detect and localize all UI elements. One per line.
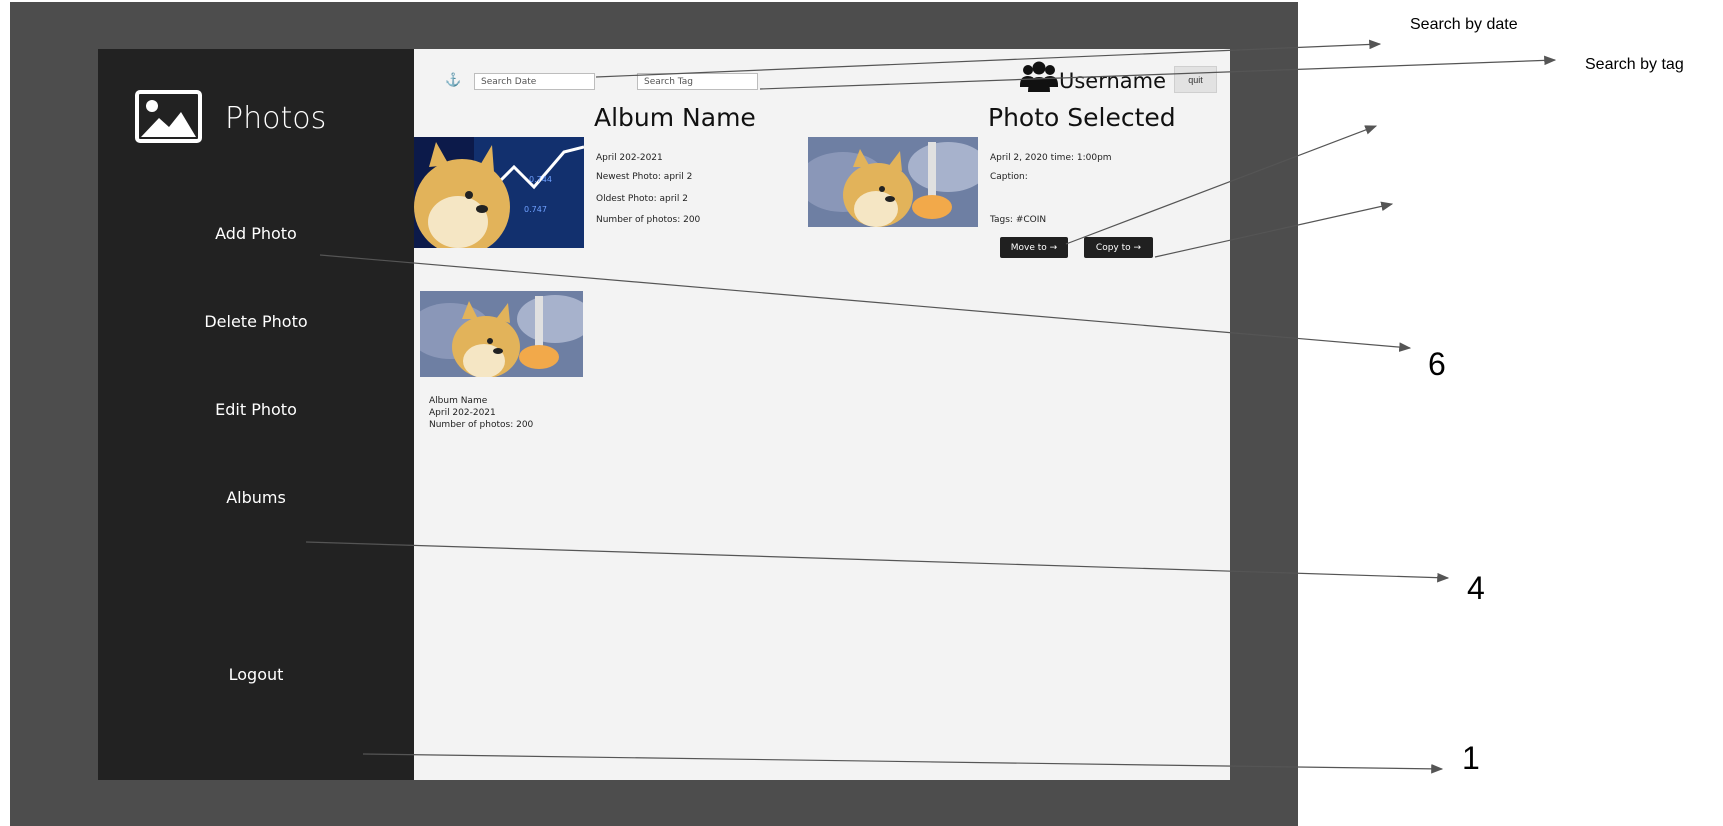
delete-photo-button[interactable]: Delete Photo [98, 312, 414, 331]
quit-button[interactable]: quit [1174, 66, 1217, 93]
album-card-name: Album Name [429, 396, 488, 406]
svg-text:0.744: 0.744 [529, 175, 552, 184]
annotation-search-by-date: Search by date [1410, 16, 1518, 33]
add-photo-button[interactable]: Add Photo [98, 224, 414, 243]
app-title: Photos [225, 101, 327, 136]
copy-to-button[interactable]: Copy to → [1084, 237, 1153, 258]
selected-photo-image[interactable] [808, 137, 978, 227]
image-icon [135, 90, 202, 143]
album-card-date-range: April 202-2021 [429, 408, 496, 418]
album-card-count: Number of photos: 200 [429, 420, 534, 430]
photo-tags: Tags: #COIN [990, 215, 1047, 225]
users-icon [1020, 61, 1058, 98]
annotation-number-6: 6 [1428, 346, 1446, 382]
main-panel: ⚓ Username quit 0.744 0.747 [414, 49, 1230, 780]
albums-button[interactable]: Albums [98, 488, 414, 507]
annotation-number-1: 1 [1462, 740, 1480, 776]
album-cover-image[interactable]: 0.744 0.747 [414, 137, 584, 248]
album-name-title: Album Name [594, 103, 756, 132]
username-label: Username [1059, 69, 1167, 93]
search-tag-input[interactable] [637, 73, 758, 90]
edit-photo-button[interactable]: Edit Photo [98, 400, 414, 419]
annotation-number-4: 4 [1467, 570, 1485, 606]
annotation-search-by-tag: Search by tag [1585, 56, 1684, 73]
album-oldest-photo: Oldest Photo: april 2 [596, 194, 688, 204]
sidebar: Photos Add Photo Delete Photo Edit Photo… [98, 49, 414, 780]
svg-text:0.747: 0.747 [524, 205, 547, 214]
photo-datetime: April 2, 2020 time: 1:00pm [990, 153, 1112, 163]
album-newest-photo: Newest Photo: april 2 [596, 172, 693, 182]
anchor-icon[interactable]: ⚓ [445, 72, 461, 88]
photo-caption: Caption: [990, 172, 1028, 182]
photo-selected-title: Photo Selected [988, 103, 1176, 132]
album-photo-count: Number of photos: 200 [596, 215, 701, 225]
logout-button[interactable]: Logout [98, 665, 414, 684]
move-to-button[interactable]: Move to → [1000, 237, 1068, 258]
album-date-range: April 202-2021 [596, 153, 663, 163]
search-date-input[interactable] [474, 73, 595, 90]
album-card-image[interactable] [420, 291, 583, 377]
photos-app-window: Photos Add Photo Delete Photo Edit Photo… [98, 49, 1230, 780]
